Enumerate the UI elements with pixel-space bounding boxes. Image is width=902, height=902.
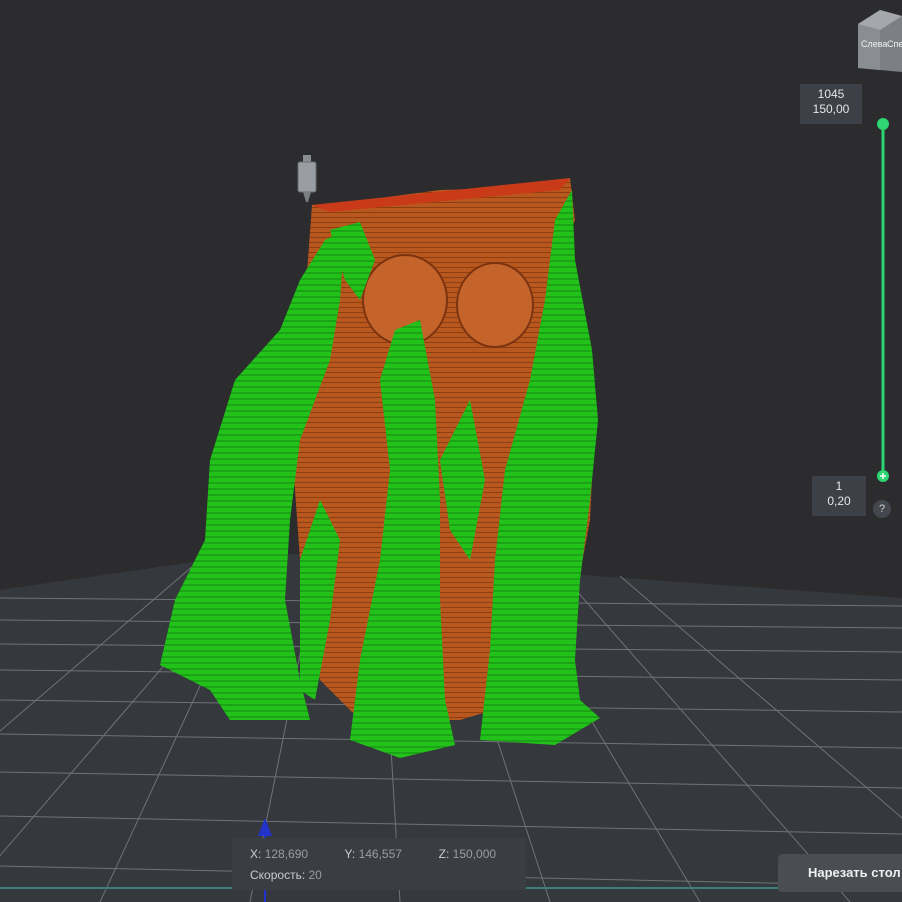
layer-slider[interactable]: [877, 118, 889, 482]
layer-bottom-label: 1 0,20: [812, 476, 866, 516]
x-label: X:: [250, 847, 262, 861]
layer-top-label: 1045 150,00: [800, 84, 862, 124]
z-value: 150,000: [452, 847, 497, 861]
z-label: Z:: [438, 847, 450, 861]
layer-top-height: 150,00: [812, 102, 850, 116]
help-button[interactable]: ?: [873, 500, 891, 518]
layer-bottom-number: 1: [835, 479, 843, 493]
layer-bottom-height: 0,20: [827, 494, 851, 508]
layer-top-number: 1045: [817, 87, 845, 101]
3d-viewport[interactable]: Слева Спе: [0, 0, 902, 902]
speed-label: Скорость:: [250, 868, 306, 882]
slice-plate-button[interactable]: Нарезать стол: [778, 854, 902, 892]
speed-value: 20: [308, 868, 322, 882]
position-info-panel: X: 128,690 Y: 146,557 Z: 150,000 Скорост…: [232, 838, 526, 890]
view-cube[interactable]: Слева Спе: [858, 10, 902, 72]
view-cube-front-face[interactable]: Спе: [887, 39, 902, 49]
y-label: Y:: [344, 847, 356, 861]
nozzle-icon: [297, 155, 317, 202]
y-value: 146,557: [358, 847, 402, 861]
layer-slider-top-handle[interactable]: [877, 118, 889, 130]
x-value: 128,690: [264, 847, 309, 861]
view-cube-left-face[interactable]: Слева: [861, 39, 887, 49]
